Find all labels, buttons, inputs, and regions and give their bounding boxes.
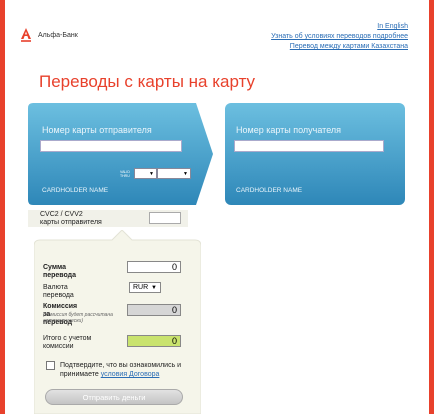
chevron-down-icon: ▼ bbox=[149, 171, 154, 177]
brand-name: Альфа-Банк bbox=[38, 31, 78, 39]
page-title: Переводы с карты на карту bbox=[39, 72, 256, 91]
chevron-down-icon: ▼ bbox=[183, 171, 188, 177]
receiver-card-number-input[interactable] bbox=[234, 140, 384, 152]
conditions-link[interactable]: Узнать об условиях переводов подробнее bbox=[271, 32, 408, 42]
amount-label: Сумма перевода bbox=[43, 264, 77, 279]
currency-select[interactable]: RUR ▼ bbox=[129, 282, 161, 293]
receiver-card: Номер карты получателя CARDHOLDER NAME bbox=[225, 103, 405, 205]
alfa-logo-icon bbox=[18, 27, 34, 43]
cvc-label: CVC2 / CVV2 карты отправителя bbox=[40, 211, 102, 227]
expiry-year-select[interactable]: ▼ bbox=[157, 168, 191, 179]
valid-thru-label: VALID THRU bbox=[120, 170, 130, 178]
currency-label: Валюта перевода bbox=[43, 284, 74, 299]
sender-cardholder-name: CARDHOLDER NAME bbox=[42, 187, 109, 194]
kazakhstan-link[interactable]: Перевод между картами Казахстана bbox=[271, 42, 408, 52]
receiver-cardholder-name: CARDHOLDER NAME bbox=[236, 187, 303, 194]
cvc-input[interactable] bbox=[149, 212, 181, 224]
chevron-down-icon: ▼ bbox=[151, 285, 157, 291]
brand-logo[interactable]: Альфа-Банк bbox=[18, 27, 78, 43]
agree-text: Подтвердите, что вы ознакомились и прини… bbox=[60, 361, 190, 379]
top-links: In English Узнать об условиях переводов … bbox=[271, 22, 408, 52]
page-sheet: Альфа-Банк In English Узнать об условиях… bbox=[5, 0, 429, 414]
total-value: 0 bbox=[127, 335, 181, 347]
currency-value: RUR bbox=[133, 284, 149, 291]
cvc-label-text: CVC2 / CVV2 карты отправителя bbox=[40, 211, 102, 226]
english-link[interactable]: In English bbox=[271, 22, 408, 32]
send-money-button[interactable]: Отправить деньги bbox=[45, 389, 183, 405]
fee-value: 0 bbox=[127, 304, 181, 316]
sender-card-number-input[interactable] bbox=[40, 140, 182, 152]
contract-terms-link[interactable]: условия Договора bbox=[101, 371, 160, 378]
sender-card: Номер карты отправителя VALID THRU ▼ ▼ C… bbox=[28, 103, 213, 205]
amount-input[interactable]: 0 bbox=[127, 261, 181, 273]
expiry-month-select[interactable]: ▼ bbox=[134, 168, 157, 179]
fee-hint: (Комиссия будет рассчитана автоматически… bbox=[43, 312, 113, 324]
sender-card-label: Номер карты отправителя bbox=[42, 125, 152, 135]
agree-checkbox[interactable] bbox=[46, 361, 55, 370]
cvc-strip: CVC2 / CVV2 карты отправителя bbox=[28, 210, 188, 227]
total-label: Итого с учетом комиссии bbox=[43, 335, 92, 350]
receiver-card-label: Номер карты получателя bbox=[236, 125, 342, 135]
